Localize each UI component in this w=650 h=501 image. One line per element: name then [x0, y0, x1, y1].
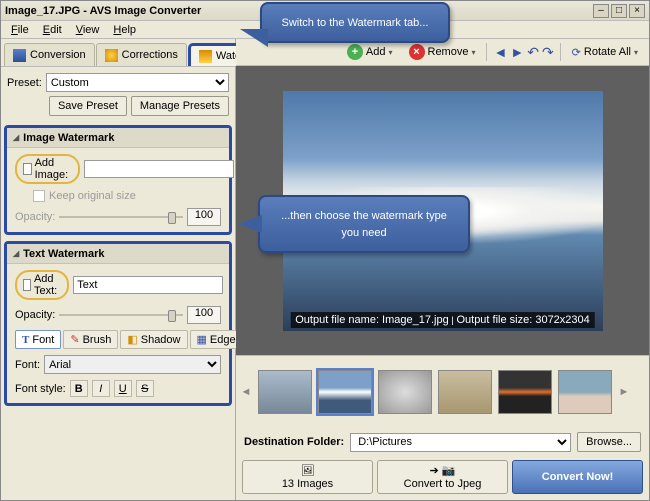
text-watermark-section: ◢ Text Watermark Add Text: Opacity: 100 TF…	[4, 241, 232, 406]
next-button[interactable]: ►	[510, 44, 524, 60]
tab-conversion[interactable]: Conversion	[4, 43, 95, 66]
edge-tab[interactable]: ▦Edge	[190, 330, 243, 349]
left-panel: Conversion Corrections Watermark Preset:…	[1, 39, 236, 500]
tooltip-callout: Switch to the Watermark tab...	[260, 2, 450, 43]
right-panel: +Add▾ ×Remove▾ ◄ ► ↶ ↷ ⟳Rotate All▾ Outp…	[236, 39, 649, 500]
preset-select[interactable]: Custom	[46, 73, 229, 92]
thumbnail[interactable]	[258, 370, 312, 414]
image-watermark-section: ◢Image Watermark Add Image: Browse... Ke…	[4, 125, 232, 235]
rotate-icon: ⟳	[572, 46, 581, 59]
fontstyle-label: Font style:	[15, 380, 66, 397]
plus-icon: +	[347, 44, 363, 60]
destination-select[interactable]: D:\Pictures	[350, 433, 571, 452]
minimize-button[interactable]: –	[593, 4, 609, 18]
font-select[interactable]: Arial	[44, 355, 221, 374]
keep-size-checkbox[interactable]	[33, 190, 45, 202]
edge-icon: ▦	[197, 333, 207, 346]
rotate-ccw-button[interactable]: ↶	[527, 44, 539, 61]
collapse-icon[interactable]: ◢	[13, 249, 19, 258]
chevron-down-icon: ▾	[634, 48, 638, 57]
text-opacity-label: Opacity:	[15, 309, 55, 321]
shadow-tab[interactable]: ◧Shadow	[120, 330, 187, 349]
chevron-down-icon: ▾	[388, 48, 392, 57]
brush-tab[interactable]: ✎Brush	[63, 330, 118, 349]
opacity-label: Opacity:	[15, 211, 55, 223]
image-watermark-title: Image Watermark	[23, 132, 114, 144]
checkbox-icon	[23, 279, 31, 291]
strike-button[interactable]: S	[136, 380, 154, 397]
tooltip-callout: ...then choose the watermark type you ne…	[258, 195, 470, 253]
menu-help[interactable]: Help	[107, 23, 142, 37]
browse-destination-button[interactable]: Browse...	[577, 432, 641, 452]
add-text-input[interactable]	[73, 276, 223, 294]
thumbs-prev[interactable]: ◄	[240, 366, 252, 418]
add-text-checkbox[interactable]: Add Text:	[15, 270, 69, 300]
destination-label: Destination Folder:	[244, 436, 344, 448]
convert-to-jpeg-button[interactable]: ➔ 📷Convert to Jpeg	[377, 460, 508, 494]
watermark-icon	[199, 50, 212, 63]
thumbnail[interactable]	[318, 370, 372, 414]
preview-toolbar: +Add▾ ×Remove▾ ◄ ► ↶ ↷ ⟳Rotate All▾	[236, 39, 649, 66]
maximize-button[interactable]: □	[611, 4, 627, 18]
bold-button[interactable]: B	[70, 380, 88, 397]
manage-presets-button[interactable]: Manage Presets	[131, 96, 229, 116]
thumbnail[interactable]	[558, 370, 612, 414]
rotate-cw-button[interactable]: ↷	[542, 44, 554, 61]
checkbox-icon	[23, 163, 32, 175]
text-opacity-value[interactable]: 100	[187, 306, 221, 324]
text-opacity-slider[interactable]	[59, 308, 183, 322]
chevron-down-icon: ▾	[471, 48, 475, 57]
add-image-checkbox[interactable]: Add Image:	[15, 154, 80, 184]
arrow-icon: ➔ 📷	[430, 464, 456, 477]
image-opacity-value[interactable]: 100	[187, 208, 221, 226]
tab-bar: Conversion Corrections Watermark	[1, 39, 235, 66]
prev-button[interactable]: ◄	[493, 44, 507, 60]
font-tab[interactable]: TFont	[15, 330, 61, 349]
italic-button[interactable]: I	[92, 380, 110, 397]
shadow-icon: ◧	[127, 333, 137, 346]
thumbnail-strip: ◄ ►	[236, 355, 649, 427]
menu-edit[interactable]: Edit	[37, 23, 68, 37]
thumbnail[interactable]	[438, 370, 492, 414]
remove-button[interactable]: ×Remove▾	[404, 42, 481, 62]
add-button[interactable]: +Add▾	[342, 42, 398, 62]
save-preset-button[interactable]: Save Preset	[49, 96, 127, 116]
thumbnail[interactable]	[498, 370, 552, 414]
keep-size-label: Keep original size	[49, 190, 136, 202]
preset-label: Preset:	[7, 77, 42, 89]
x-icon: ×	[409, 44, 425, 60]
images-count-button[interactable]: 🖼13 Images	[242, 460, 373, 494]
thumbs-next[interactable]: ►	[618, 366, 630, 418]
add-image-input[interactable]	[84, 160, 234, 178]
corrections-icon	[105, 49, 118, 62]
menu-file[interactable]: File	[5, 23, 35, 37]
brush-icon: ✎	[70, 333, 79, 346]
convert-now-button[interactable]: Convert Now!	[512, 460, 643, 494]
images-icon: 🖼	[301, 464, 315, 477]
underline-button[interactable]: U	[114, 380, 132, 397]
menu-view[interactable]: View	[70, 23, 106, 37]
thumbnail[interactable]	[378, 370, 432, 414]
tab-corrections[interactable]: Corrections	[96, 43, 187, 66]
font-label: Font:	[15, 359, 40, 371]
preview-caption: Output file name: Image_17.jpg | Output …	[290, 312, 595, 328]
close-button[interactable]: ×	[629, 4, 645, 18]
image-opacity-slider[interactable]	[59, 210, 183, 224]
conversion-icon	[13, 49, 26, 62]
text-watermark-title: Text Watermark	[23, 248, 104, 260]
rotate-all-button[interactable]: ⟳Rotate All▾	[567, 44, 643, 61]
collapse-icon[interactable]: ◢	[13, 133, 19, 142]
